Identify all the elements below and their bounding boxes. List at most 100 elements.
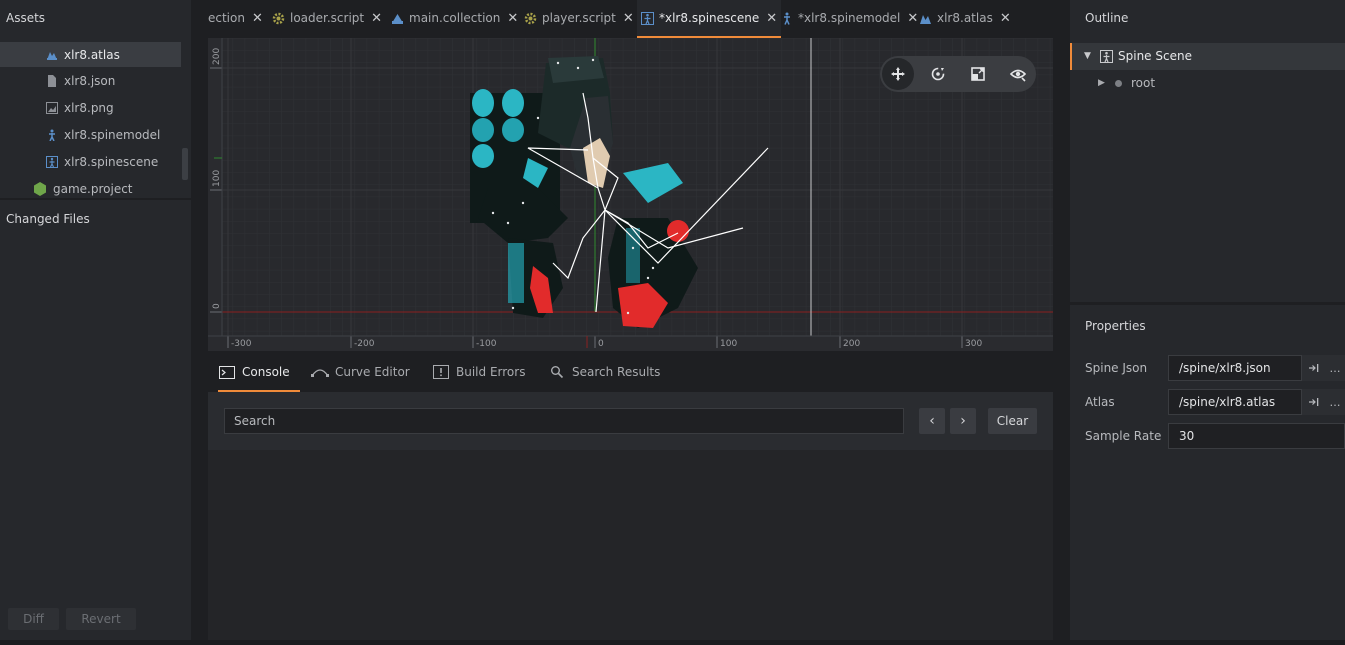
tab-label: player.script [542, 11, 616, 25]
asset-label: xlr8.png [64, 100, 114, 115]
rotate-tool-icon[interactable] [922, 58, 954, 90]
tab-search-results[interactable]: Search Results [548, 352, 660, 392]
editor-tab-bar: ection ✕ loader.script ✕ main.collection… [191, 0, 1234, 38]
y-tick: 0 [212, 303, 222, 309]
assets-panel: Assets xlr8.atlas xlr8.json xlr8.png xlr… [0, 0, 191, 640]
bottom-tab-bar: Console Curve Editor Build Errors Search… [208, 352, 1053, 392]
clear-button[interactable]: Clear [988, 408, 1037, 434]
outline-item-label: root [1131, 76, 1156, 90]
tab-build-errors[interactable]: Build Errors [432, 352, 525, 392]
spinemodel-icon [46, 129, 58, 141]
expand-arrow-icon[interactable]: ▼ [1084, 51, 1091, 61]
close-icon[interactable]: ✕ [252, 11, 263, 26]
x-tick: -300 [231, 339, 252, 349]
file-icon [46, 74, 58, 87]
x-tick: 300 [965, 339, 982, 349]
search-next-button[interactable]: › [950, 408, 976, 434]
collapse-arrow-icon[interactable]: ▶ [1098, 78, 1105, 88]
tab-main-collection[interactable]: main.collection ✕ [391, 0, 518, 36]
goto-resource-icon[interactable] [1302, 389, 1324, 415]
tab-label: Search Results [572, 365, 661, 379]
close-icon[interactable]: ✕ [623, 11, 634, 26]
tab-console[interactable]: Console [218, 352, 300, 392]
project-icon [33, 181, 47, 196]
tab-label: *xlr8.spinemodel [798, 11, 901, 25]
sample-rate-label: Sample Rate [1085, 429, 1162, 443]
changed-files-title: Changed Files [6, 212, 90, 226]
image-icon [46, 101, 58, 114]
browse-resource-button[interactable]: … [1324, 389, 1345, 415]
search-prev-button[interactable]: ‹ [919, 408, 945, 434]
asset-label: xlr8.spinescene [64, 154, 159, 169]
x-tick: 0 [598, 339, 604, 349]
spinescene-icon [46, 155, 58, 168]
spinescene-icon [641, 11, 654, 25]
script-gear-icon [272, 12, 285, 25]
console-output[interactable] [208, 450, 1053, 640]
assets-scrollbar[interactable] [182, 148, 188, 180]
status-strip [0, 640, 1345, 645]
x-tick: -200 [354, 339, 375, 349]
tab-label: main.collection [409, 11, 501, 25]
curve-icon [311, 365, 329, 379]
tab-label: xlr8.atlas [937, 11, 993, 25]
asset-label: xlr8.json [64, 73, 116, 88]
asset-label: xlr8.atlas [64, 47, 120, 62]
tab-label: ection [208, 11, 245, 25]
asset-item-xlr8-atlas[interactable]: xlr8.atlas [0, 42, 181, 67]
tab-collection-partial[interactable]: ection ✕ [208, 0, 263, 36]
tab-label: Console [242, 365, 290, 379]
build-errors-icon [432, 365, 450, 379]
move-tool-icon[interactable] [882, 58, 914, 90]
spine-json-label: Spine Json [1085, 361, 1148, 375]
outline-item-root[interactable]: ▶ root [1070, 70, 1345, 97]
tab-label: Build Errors [456, 365, 526, 379]
close-icon[interactable]: ✕ [507, 11, 518, 26]
panel-divider[interactable] [1070, 302, 1345, 305]
console-search-input[interactable]: Search [224, 408, 904, 434]
outline-item-label: Spine Scene [1118, 49, 1192, 63]
bone-icon [1115, 80, 1122, 87]
browse-resource-button[interactable]: … [1324, 355, 1345, 381]
tab-label: Curve Editor [335, 365, 410, 379]
atlas-icon [46, 49, 58, 61]
transform-toolbar [880, 56, 1036, 92]
sample-rate-field[interactable]: 30 [1168, 423, 1345, 449]
x-tick: -100 [476, 339, 497, 349]
outline-item-spine-scene[interactable]: ▼ Spine Scene [1070, 43, 1345, 70]
assets-title: Assets [6, 11, 46, 25]
close-icon[interactable]: ✕ [1000, 11, 1011, 26]
tab-curve-editor[interactable]: Curve Editor [311, 352, 410, 392]
spine-json-field[interactable]: /spine/xlr8.json [1168, 355, 1302, 381]
spinemodel-icon [780, 12, 793, 25]
search-icon [548, 365, 566, 379]
close-icon[interactable]: ✕ [766, 11, 777, 26]
asset-item-xlr8-spinemodel[interactable]: xlr8.spinemodel [0, 122, 181, 147]
y-tick: 100 [212, 170, 222, 187]
diff-button[interactable]: Diff [8, 608, 59, 630]
atlas-field[interactable]: /spine/xlr8.atlas [1168, 389, 1302, 415]
outline-title: Outline [1085, 11, 1129, 25]
tab-xlr8-atlas[interactable]: xlr8.atlas ✕ [919, 0, 1011, 36]
close-icon[interactable]: ✕ [907, 11, 918, 26]
visibility-filter-icon[interactable] [1002, 58, 1034, 90]
tab-loader-script[interactable]: loader.script ✕ [272, 0, 382, 36]
right-panel: Outline ▼ Spine Scene ▶ root Properties … [1070, 0, 1345, 640]
y-tick: 200 [212, 48, 222, 65]
asset-item-xlr8-spinescene[interactable]: xlr8.spinescene [0, 149, 181, 174]
asset-item-xlr8-json[interactable]: xlr8.json [0, 68, 181, 93]
panel-divider[interactable] [0, 198, 191, 200]
tab-xlr8-spinemodel[interactable]: *xlr8.spinemodel ✕ [780, 0, 918, 36]
tab-xlr8-spinescene[interactable]: *xlr8.spinescene ✕ [637, 0, 782, 38]
x-tick: 200 [843, 339, 860, 349]
asset-label: game.project [53, 181, 133, 196]
properties-title: Properties [1085, 319, 1146, 333]
asset-item-xlr8-png[interactable]: xlr8.png [0, 95, 181, 120]
goto-resource-icon[interactable] [1302, 355, 1324, 381]
spinescene-icon [1100, 50, 1113, 66]
close-icon[interactable]: ✕ [371, 11, 382, 26]
scale-tool-icon[interactable] [962, 58, 994, 90]
tab-player-script[interactable]: player.script ✕ [524, 0, 634, 36]
revert-button[interactable]: Revert [66, 608, 136, 630]
asset-label: xlr8.spinemodel [64, 127, 161, 142]
